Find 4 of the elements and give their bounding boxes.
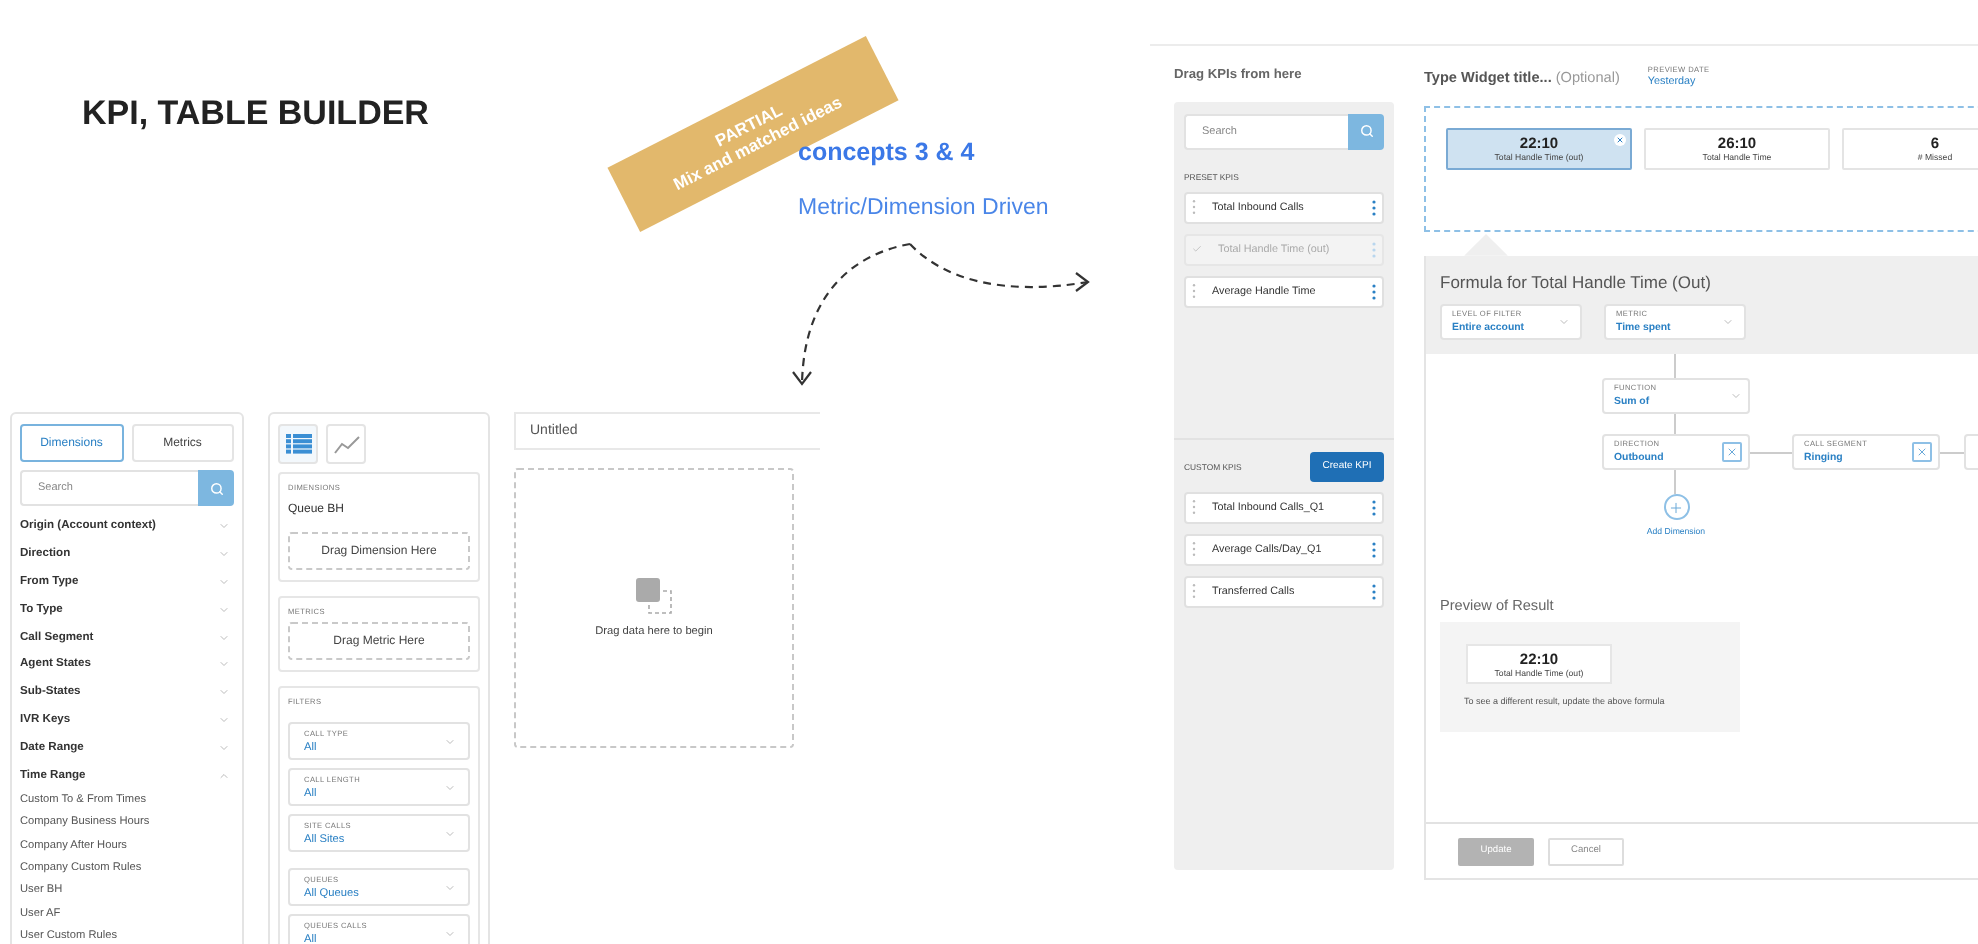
concept-title: concepts 3 & 4 [798, 138, 975, 166]
board-title: KPI, TABLE BUILDER [82, 94, 429, 134]
formula-heading: Formula for Total Handle Time (Out) [1440, 272, 1713, 293]
concept-subtitle: Metric/Dimension Driven [798, 196, 1049, 220]
